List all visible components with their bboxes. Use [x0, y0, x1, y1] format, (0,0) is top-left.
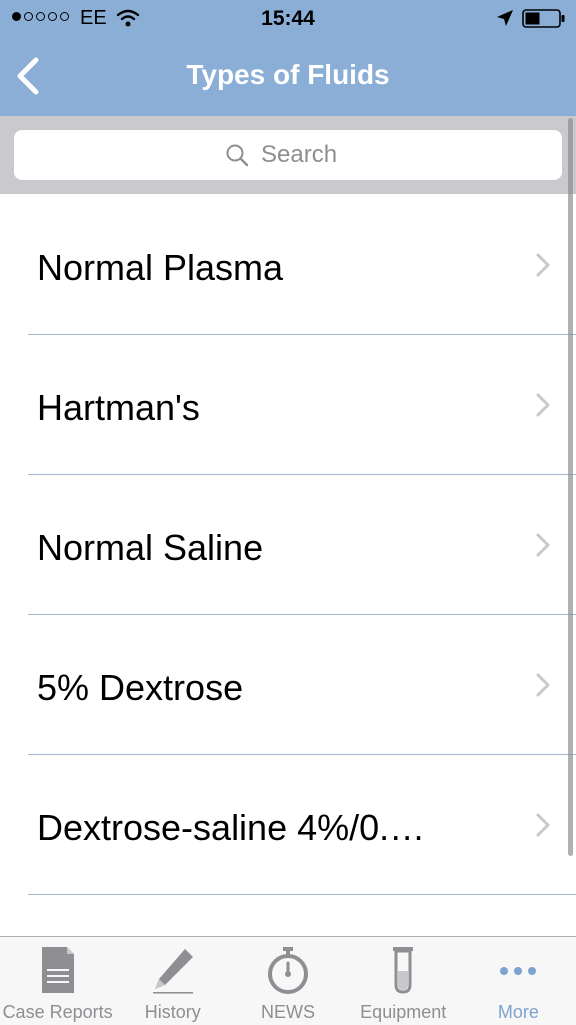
tab-case-reports[interactable]: Case Reports [0, 937, 115, 1025]
chevron-right-icon [536, 393, 550, 417]
navigation-header: EE 15:44 Types of Fluids [0, 0, 576, 116]
list-item-5-percent-dextrose[interactable]: 5% Dextrose [0, 615, 576, 755]
tab-bar: Case Reports History NEWS Equipment More [0, 936, 576, 1025]
more-dots-icon [500, 967, 537, 975]
battery-icon [522, 9, 565, 28]
list-item-hartmans[interactable]: Hartman's [0, 335, 576, 475]
page-title: Types of Fluids [186, 59, 390, 90]
list-item-normal-saline[interactable]: Normal Saline [0, 475, 576, 615]
search-input[interactable] [261, 141, 351, 169]
list-item-dextrose-saline[interactable]: Dextrose-saline 4%/0.… [0, 755, 576, 895]
chevron-right-icon [536, 533, 550, 557]
search-icon [226, 144, 249, 167]
list-item-label: 5% Dextrose [37, 667, 244, 708]
list-item-label: Hartman's [37, 387, 200, 428]
fluid-types-list: Normal Plasma Hartman's Normal Saline 5%… [0, 195, 576, 895]
stopwatch-icon [268, 947, 308, 994]
tab-equipment[interactable]: Equipment [346, 937, 461, 1025]
list-item-label: Dextrose-saline 4%/0.… [37, 807, 426, 848]
tab-label: Case Reports [2, 1002, 113, 1022]
chevron-right-icon [536, 813, 550, 837]
list-item-label: Normal Plasma [37, 247, 284, 288]
test-tube-icon [393, 947, 414, 994]
list-item-label: Normal Saline [37, 527, 264, 568]
scrollbar[interactable] [568, 118, 573, 856]
document-icon [41, 947, 74, 993]
tab-label: Equipment [360, 1002, 447, 1022]
tab-more[interactable]: More [461, 937, 576, 1025]
status-time: 15:44 [261, 7, 315, 30]
chevron-right-icon [536, 253, 550, 277]
chevron-right-icon [536, 673, 550, 697]
search-field-container[interactable] [14, 130, 562, 180]
tab-label: History [144, 1002, 201, 1022]
location-arrow-icon [497, 10, 513, 26]
search-bar [0, 116, 576, 194]
tab-news[interactable]: NEWS [230, 937, 345, 1025]
status-bar: EE 15:44 [0, 0, 576, 38]
pencil-icon [152, 949, 193, 994]
tab-label: NEWS [261, 1002, 315, 1022]
tab-history[interactable]: History [115, 937, 230, 1025]
list-item-normal-plasma[interactable]: Normal Plasma [0, 195, 576, 335]
tab-label: More [497, 1002, 539, 1022]
